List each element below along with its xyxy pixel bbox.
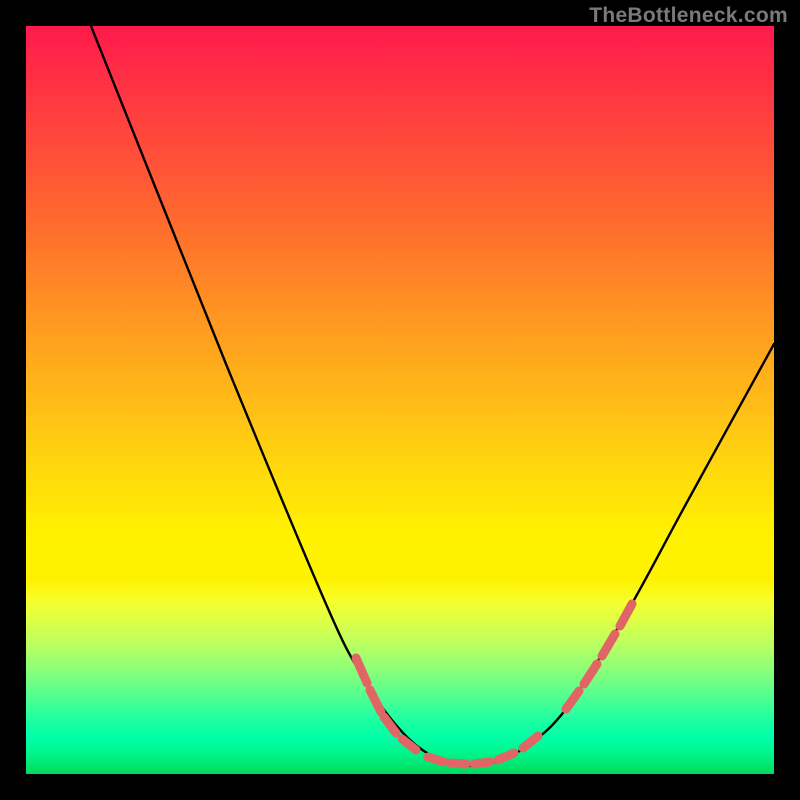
marker-dash-7 (498, 753, 514, 760)
marker-dash-3 (402, 739, 416, 750)
marker-dash-10 (584, 664, 597, 684)
marker-dash-12 (620, 604, 632, 626)
marker-dash-9 (566, 691, 579, 709)
marker-dash-6 (474, 762, 490, 764)
marker-dash-8 (523, 736, 538, 748)
marker-dash-4 (428, 757, 444, 762)
marker-layer (356, 604, 632, 764)
chart-frame: TheBottleneck.com (0, 0, 800, 800)
chart-plot-area (26, 26, 774, 774)
marker-dash-0 (356, 658, 367, 683)
marker-dash-5 (451, 763, 466, 764)
bottleneck-curve-svg (26, 26, 774, 774)
marker-dash-2 (384, 717, 396, 733)
curve-layer (91, 26, 774, 766)
marker-dash-11 (602, 634, 615, 656)
bottleneck-curve-path (91, 26, 774, 766)
marker-dash-1 (370, 690, 381, 712)
watermark-label: TheBottleneck.com (589, 4, 788, 28)
